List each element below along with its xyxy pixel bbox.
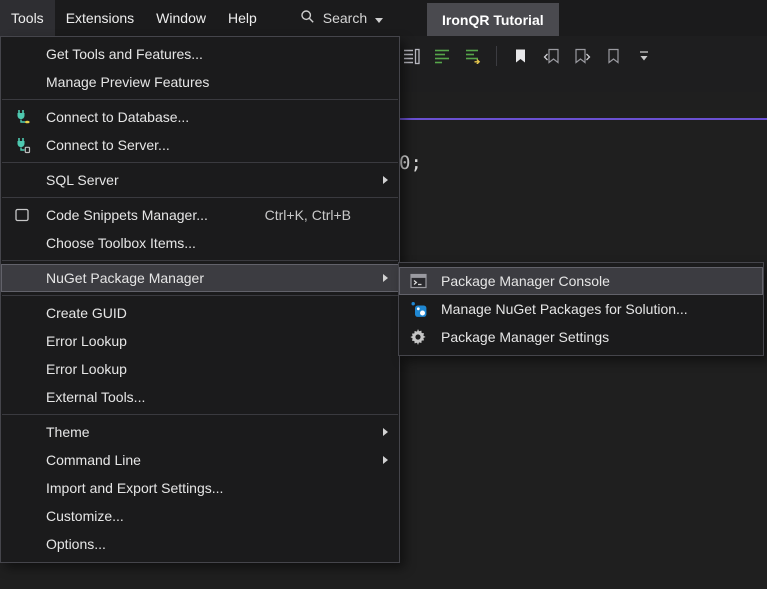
menu-item-command-line[interactable]: Command Line [1, 446, 399, 474]
search-label: Search [323, 10, 367, 26]
menu-item-label: SQL Server [46, 172, 119, 188]
menu-item-label: Connect to Server... [46, 137, 170, 153]
menu-item-label: Package Manager Console [441, 273, 610, 289]
menu-item-label: Connect to Database... [46, 109, 189, 125]
menubar: ToolsExtensionsWindowHelp Search [0, 0, 767, 36]
submenu-arrow-icon [383, 456, 388, 464]
comment-lines-icon[interactable] [431, 46, 453, 66]
bookmark-next-icon[interactable] [571, 46, 593, 66]
submenu-arrow-icon [383, 176, 388, 184]
bookmark-previous-icon[interactable] [540, 46, 562, 66]
submenu-item-package-manager-settings[interactable]: Package Manager Settings [399, 323, 763, 351]
window-title-button[interactable]: IronQR Tutorial [427, 3, 559, 36]
menu-item-label: NuGet Package Manager [46, 270, 204, 286]
menu-item-label: Code Snippets Manager... [46, 207, 208, 223]
submenu-item-package-manager-console[interactable]: Package Manager Console [399, 267, 763, 295]
menu-item-external-tools[interactable]: External Tools... [1, 383, 399, 411]
menu-item-sql-server[interactable]: SQL Server [1, 166, 399, 194]
menu-separator [2, 260, 398, 261]
menu-item-label: Command Line [46, 452, 141, 468]
menu-item-nuget-package-manager[interactable]: NuGet Package Manager [1, 264, 399, 292]
menu-separator [2, 162, 398, 163]
connect-server-icon [12, 136, 32, 154]
menu-item-options[interactable]: Options... [1, 530, 399, 558]
gear-icon [408, 329, 428, 345]
search-control[interactable]: Search [294, 0, 389, 36]
menu-item-label: Create GUID [46, 305, 127, 321]
menu-separator [2, 99, 398, 100]
menu-item-label: Error Lookup [46, 333, 127, 349]
menu-item-import-and-export-settings[interactable]: Import and Export Settings... [1, 474, 399, 502]
menu-item-get-tools-and-features[interactable]: Get Tools and Features... [1, 40, 399, 68]
tools-menu-dropdown: Get Tools and Features... Manage Preview … [0, 36, 400, 563]
submenu-item-manage-nuget-packages-for-solution[interactable]: Manage NuGet Packages for Solution... [399, 295, 763, 323]
submenu-arrow-icon [383, 274, 388, 282]
menu-item-label: Error Lookup [46, 361, 127, 377]
menu-item-theme[interactable]: Theme [1, 418, 399, 446]
menu-item-label: Package Manager Settings [441, 329, 609, 345]
toolbar-separator [496, 46, 497, 66]
menu-item-connect-to-server[interactable]: Connect to Server... [1, 131, 399, 159]
bookmark-clear-icon[interactable] [602, 46, 624, 66]
menubar-item-extensions[interactable]: Extensions [55, 0, 145, 36]
menu-item-label: Choose Toolbox Items... [46, 235, 196, 251]
bookmark-toggle-icon[interactable] [509, 46, 531, 66]
menubar-item-help[interactable]: Help [217, 0, 268, 36]
menu-item-label: Options... [46, 536, 106, 552]
menu-item-error-lookup[interactable]: Error Lookup [1, 327, 399, 355]
menubar-item-tools[interactable]: Tools [0, 0, 55, 36]
menu-item-label: Customize... [46, 508, 124, 524]
menu-item-code-snippets-manager[interactable]: Code Snippets Manager... Ctrl+K, Ctrl+B [1, 201, 399, 229]
menu-item-shortcut: Ctrl+K, Ctrl+B [265, 207, 375, 223]
nuget-icon [408, 301, 428, 318]
menu-separator [2, 295, 398, 296]
menu-item-label: Theme [46, 424, 90, 440]
code-snippets-icon [12, 207, 32, 223]
window-title-label: IronQR Tutorial [442, 12, 544, 28]
menu-item-label: External Tools... [46, 389, 145, 405]
menu-item-label: Manage NuGet Packages for Solution... [441, 301, 688, 317]
line-structure-icon[interactable] [400, 46, 422, 66]
menu-item-connect-to-database[interactable]: Connect to Database... [1, 103, 399, 131]
menu-item-label: Get Tools and Features... [46, 46, 203, 62]
menu-separator [2, 197, 398, 198]
menu-item-error-lookup[interactable]: Error Lookup [1, 355, 399, 383]
menu-item-manage-preview-features[interactable]: Manage Preview Features [1, 68, 399, 96]
uncomment-lines-icon[interactable] [462, 46, 484, 66]
connect-database-icon [12, 108, 32, 126]
caret-down-icon [375, 10, 383, 26]
menu-item-customize[interactable]: Customize... [1, 502, 399, 530]
code-fragment: 0; [399, 152, 422, 174]
search-icon [300, 9, 315, 27]
menu-item-label: Manage Preview Features [46, 74, 209, 90]
menu-separator [2, 414, 398, 415]
menu-item-choose-toolbox-items[interactable]: Choose Toolbox Items... [1, 229, 399, 257]
toolbar-overflow-icon[interactable] [633, 46, 655, 66]
nuget-submenu: Package Manager Console Manage NuGet Pack… [398, 262, 764, 356]
menubar-item-window[interactable]: Window [145, 0, 217, 36]
menu-item-label: Import and Export Settings... [46, 480, 223, 496]
submenu-arrow-icon [383, 428, 388, 436]
console-icon [408, 274, 428, 289]
menu-item-create-guid[interactable]: Create GUID [1, 299, 399, 327]
